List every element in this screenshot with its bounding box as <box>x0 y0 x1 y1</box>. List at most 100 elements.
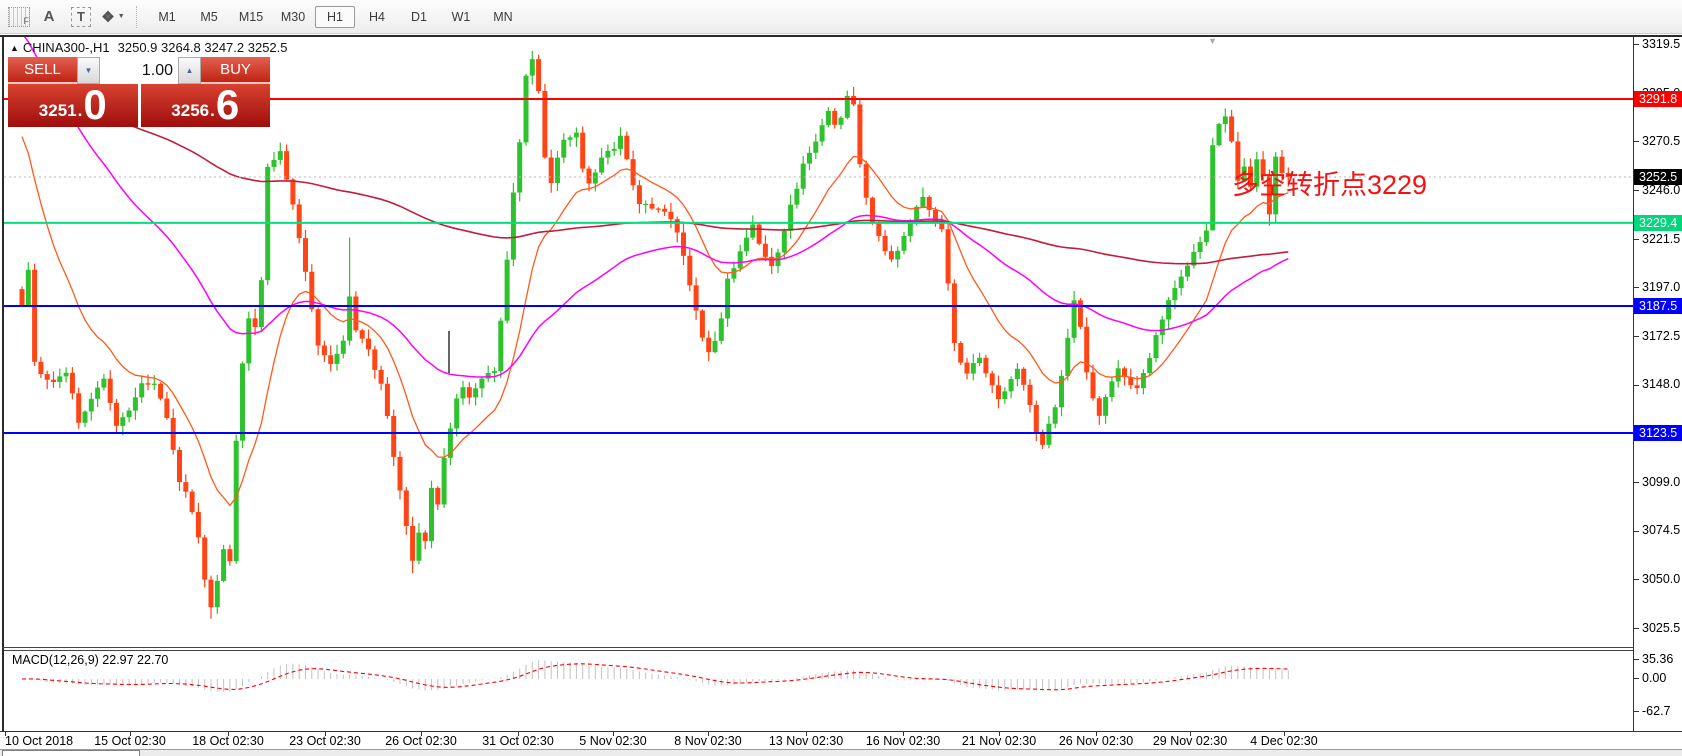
candle-body <box>1009 379 1014 391</box>
buy-price-box[interactable]: 3256.6 <box>141 84 271 127</box>
price-badge-3291.8: 3291.8 <box>1634 91 1682 107</box>
candle-body <box>202 537 207 579</box>
tick-dash <box>1634 628 1639 629</box>
sell-price-dot: . <box>78 101 83 121</box>
tick-dash <box>1634 239 1639 240</box>
candle-body <box>750 225 755 238</box>
volume-stepper: ▼ ▲ <box>77 57 201 84</box>
candle-body <box>215 581 220 607</box>
candle-body <box>605 151 610 158</box>
timeframe-button-M5[interactable]: M5 <box>189 6 229 28</box>
volume-increase-button[interactable]: ▲ <box>178 57 201 84</box>
timeframe-group: M1M5M15M30H1H4D1W1MN <box>146 6 524 28</box>
buy-price-dot: . <box>210 101 215 121</box>
macd-chart[interactable] <box>4 651 1633 731</box>
timeframe-button-H1[interactable]: H1 <box>315 6 355 28</box>
candle-body <box>983 358 988 374</box>
candle-body <box>738 251 743 268</box>
candle-body <box>1154 335 1159 358</box>
time-axis-tick <box>708 732 709 736</box>
volume-input[interactable] <box>100 57 178 84</box>
candle-body <box>1097 398 1102 416</box>
candle-body <box>675 219 680 232</box>
textbox-t-icon[interactable]: T <box>68 5 94 29</box>
timeframe-button-M1[interactable]: M1 <box>147 6 187 28</box>
candle-body <box>152 384 157 385</box>
candle-body <box>1229 116 1234 141</box>
timeframe-button-MN[interactable]: MN <box>483 6 523 28</box>
candle-body <box>587 169 592 184</box>
main-chart-canvas[interactable] <box>4 37 1633 647</box>
macd-pane[interactable] <box>4 650 1633 732</box>
sell-button[interactable]: SELL <box>8 57 77 84</box>
time-axis-tick <box>999 732 1000 736</box>
timeframe-button-W1[interactable]: W1 <box>441 6 481 28</box>
candle-body <box>139 383 144 397</box>
time-axis-tick <box>806 732 807 736</box>
candle-body <box>952 283 957 343</box>
chart-shift-marker-icon[interactable]: ▼ <box>1208 36 1217 46</box>
time-axis-tick <box>130 732 131 736</box>
buy-price-int: 3256 <box>171 101 209 121</box>
tick-dash <box>1634 385 1639 386</box>
candle-body <box>731 268 736 278</box>
candle-body <box>536 59 541 91</box>
time-axis-label: 21 Nov 02:30 <box>962 734 1036 748</box>
textbox-t-glyph: T <box>71 7 91 27</box>
tick-dash <box>1634 678 1639 679</box>
grid-pattern-f-icon[interactable]: F <box>8 7 30 27</box>
timeframe-button-D1[interactable]: D1 <box>399 6 439 28</box>
time-axis-tick <box>421 732 422 736</box>
candle-body <box>549 158 554 184</box>
candle-body <box>719 318 724 340</box>
candle-body <box>95 388 100 399</box>
sell-price-box[interactable]: 3251.0 <box>8 84 138 127</box>
candle-body <box>442 458 447 505</box>
candle-body <box>1198 242 1203 252</box>
candle-body <box>360 330 365 338</box>
candle-body <box>479 379 484 389</box>
candle-body <box>32 270 37 362</box>
candlestick-chart[interactable] <box>4 37 1633 647</box>
candle-body <box>278 151 283 160</box>
candle-body <box>505 260 510 321</box>
candle-body <box>83 412 88 423</box>
candle-body <box>826 111 831 125</box>
collapse-triangle-icon[interactable]: ▲ <box>10 43 19 53</box>
candle-body <box>996 385 1001 399</box>
candle-body <box>435 488 440 505</box>
time-axis[interactable]: 10 Oct 201815 Oct 02:3018 Oct 02:3023 Oc… <box>0 731 1682 750</box>
candle-body <box>108 379 113 403</box>
chart-window-tab[interactable] <box>2 750 140 756</box>
candle-body <box>1204 230 1209 242</box>
time-axis-tick <box>1284 732 1285 736</box>
candle-body <box>240 363 245 440</box>
candle-body <box>297 204 302 238</box>
price-axis[interactable]: 3319.53295.03270.53246.03221.53197.03172… <box>1634 37 1682 749</box>
shapes-icon[interactable]: ❖ ▼ <box>100 5 126 29</box>
text-a-icon[interactable]: A <box>36 5 62 29</box>
candle-body <box>700 311 705 338</box>
timeframe-button-M15[interactable]: M15 <box>231 6 271 28</box>
timeframe-button-H4[interactable]: H4 <box>357 6 397 28</box>
candle-body <box>542 91 547 157</box>
candle-body <box>656 209 661 210</box>
chart-title: ▲CHINA300-,H13250.9 3264.8 3247.2 3252.5 <box>10 40 288 55</box>
tick-dash <box>1634 579 1639 580</box>
candle-body <box>618 136 623 149</box>
time-axis-label: 15 Oct 02:30 <box>94 734 166 748</box>
time-axis-tick <box>5 732 6 736</box>
tick-dash <box>1634 190 1639 191</box>
volume-decrease-button[interactable]: ▼ <box>77 57 100 84</box>
candle-body <box>133 397 138 410</box>
candle-body <box>366 339 371 350</box>
candle-body <box>895 251 900 260</box>
candle-body <box>681 233 686 256</box>
timeframe-button-M30[interactable]: M30 <box>273 6 313 28</box>
candle-body <box>1109 381 1114 397</box>
candle-body <box>1147 358 1152 373</box>
candle-body <box>70 373 75 394</box>
tick-dash <box>1634 659 1639 660</box>
one-click-trade-panel: SELL ▼ ▲ BUY 3251.0 3256.6 <box>8 57 270 127</box>
buy-button[interactable]: BUY <box>201 57 270 84</box>
